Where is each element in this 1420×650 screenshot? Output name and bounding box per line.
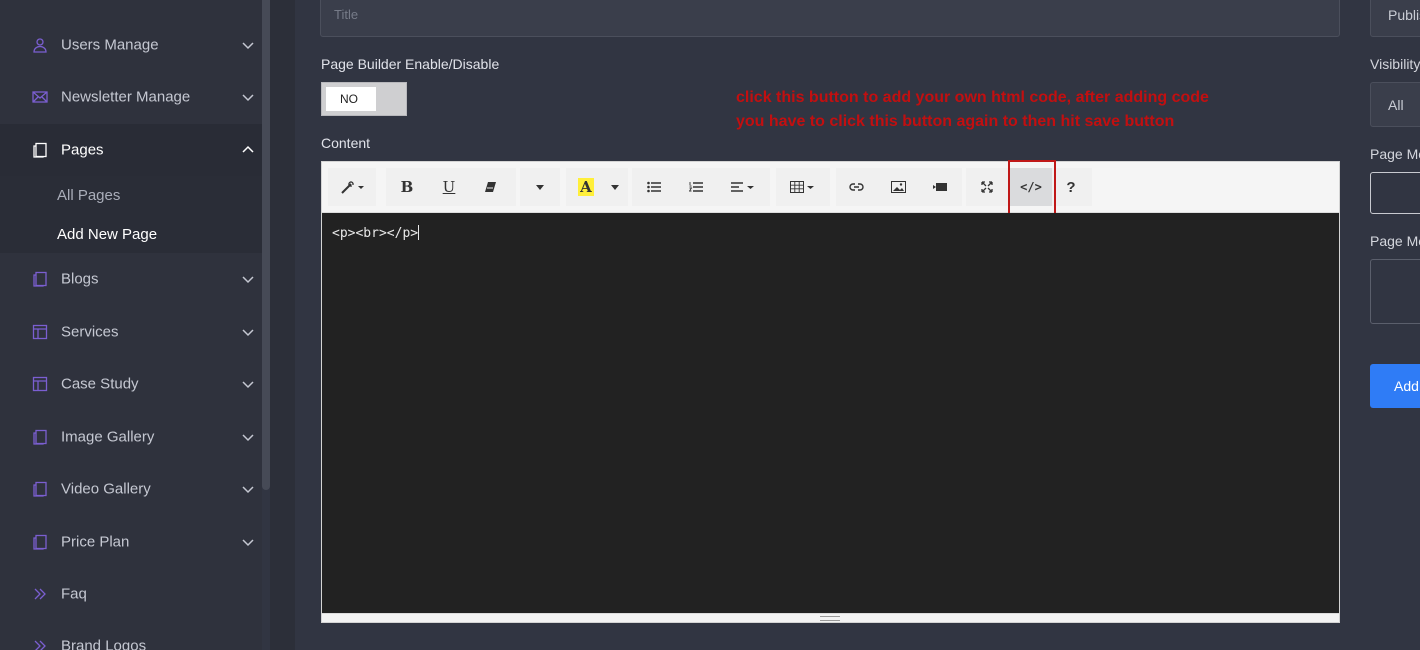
sidebar-subitem-all-pages[interactable]: All Pages [57,187,120,204]
sidebar-item-label: Faq [61,585,87,603]
chevron-down-icon [241,482,255,496]
blog-icon [32,271,48,287]
pages-submenu: All Pages Add New Page [0,176,262,253]
sidebar-item-label: Blogs [61,270,99,288]
table-icon[interactable] [778,168,828,206]
sidebar-item-case-study[interactable]: Case Study [0,358,262,410]
annotation-line-1: click this button to add your own html c… [736,89,1209,106]
sidebar-item-image-gallery[interactable]: Image Gallery [0,411,262,463]
sidebar-item-label: Users Manage [61,36,159,54]
sidebar-item-price-plan[interactable]: Price Plan [0,516,262,568]
page-meta-label-2: Page Me [1370,233,1420,249]
video-icon[interactable] [920,168,960,206]
visibility-select[interactable]: All [1370,82,1420,127]
toggle-value: NO [326,87,376,111]
pages-icon [32,142,48,158]
price-plan-icon [32,534,48,550]
sidebar-gutter [270,0,295,650]
align-icon[interactable] [720,168,766,206]
code-content: <p><br></p> [332,226,419,241]
faq-icon [32,586,48,602]
chevron-down-icon [241,38,255,52]
chevron-up-icon [241,143,255,157]
sidebar-item-blogs[interactable]: Blogs [0,253,262,305]
chevron-down-icon [241,535,255,549]
chevron-down-icon [241,272,255,286]
page-meta-textarea-2[interactable] [1370,259,1420,324]
sidebar-item-label: Newsletter Manage [61,88,191,106]
sidebar-item-label: Pages [61,141,104,159]
chevron-down-icon [241,90,255,104]
font-dropdown-caret[interactable] [520,168,560,206]
services-icon [32,324,48,340]
video-gallery-icon [32,481,48,497]
sidebar: Users Manage Newsletter Manage Pages All… [0,0,262,650]
editor-statusbar [322,613,1339,622]
code-view-highlight-box [1008,160,1056,215]
brand-logos-icon [32,638,48,650]
annotation-note: click this button to add your own html c… [736,86,1276,134]
magic-style-icon[interactable] [330,168,374,206]
page-meta-input-1[interactable] [1370,172,1420,214]
sidebar-item-pages[interactable]: Pages [0,124,262,176]
help-icon[interactable]: ? [1052,168,1090,206]
sidebar-item-services[interactable]: Services [0,306,262,358]
eraser-icon[interactable] [470,168,512,206]
bold-icon[interactable]: B [386,168,428,206]
case-study-icon [32,376,48,392]
ordered-list-icon[interactable] [676,168,716,206]
sidebar-subitem-add-new-page[interactable]: Add New Page [57,226,157,243]
sidebar-item-label: Services [61,323,119,341]
sidebar-item-video-gallery[interactable]: Video Gallery [0,463,262,515]
annotation-line-2: you have to click this button again to t… [736,113,1175,130]
chevron-down-icon [241,430,255,444]
sidebar-item-label: Price Plan [61,533,130,551]
sidebar-item-label: Case Study [61,375,139,393]
page-meta-label-1: Page Me [1370,146,1420,162]
title-input[interactable]: Title [320,0,1340,37]
picture-icon[interactable] [878,168,918,206]
page-builder-toggle[interactable]: NO [321,82,407,116]
color-dropdown-caret[interactable] [604,168,626,206]
content-label: Content [321,135,371,151]
highlight-color-icon[interactable]: A [568,168,604,206]
sidebar-item-label: Brand Logos [61,637,147,650]
image-gallery-icon [32,429,48,445]
sidebar-item-newsletter-manage[interactable]: Newsletter Manage [0,71,262,123]
user-icon [32,37,48,53]
sidebar-item-brand-logos[interactable]: Brand Logos [0,620,262,650]
status-select[interactable]: Publis [1370,0,1420,37]
chevron-down-icon [241,325,255,339]
sidebar-scrollbar[interactable] [262,0,270,490]
sidebar-item-label: Video Gallery [61,480,151,498]
unordered-list-icon[interactable] [634,168,674,206]
sidebar-item-users-manage[interactable]: Users Manage [0,19,262,71]
link-icon[interactable] [836,168,876,206]
text-caret [418,225,420,240]
sidebar-item-label: Image Gallery [61,428,155,446]
fullscreen-icon[interactable] [968,168,1006,206]
rich-text-editor: B U A </> ? <p><br></p> [321,160,1340,623]
add-button[interactable]: Add [1370,364,1420,408]
underline-icon[interactable]: U [428,168,470,206]
page-builder-label: Page Builder Enable/Disable [321,56,500,72]
visibility-label: Visibility [1370,56,1420,72]
code-editor-area[interactable]: <p><br></p> [322,213,1339,613]
chevron-down-icon [241,377,255,391]
editor-toolbar: B U A </> ? [322,160,1339,215]
sidebar-item-faq[interactable]: Faq [0,568,262,620]
envelope-icon [32,89,48,105]
resize-grip-icon[interactable] [820,616,840,621]
